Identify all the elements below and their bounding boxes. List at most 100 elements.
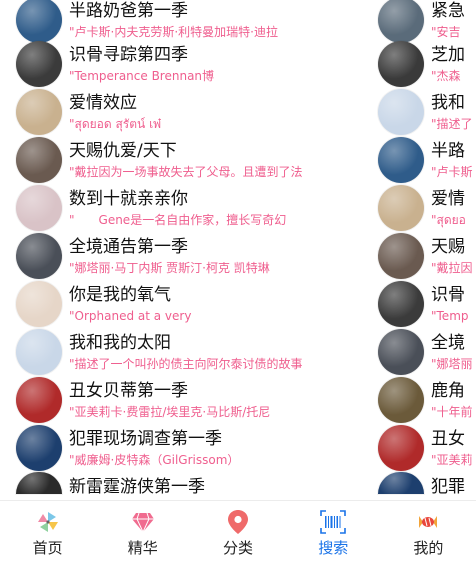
drama-list-item[interactable]: 全境通告第一季 "娜塔丽·马丁内斯 贾斯汀·柯克 凯特琳: [0, 232, 376, 280]
drama-poster-thumbnail: [16, 41, 62, 87]
drama-list-item[interactable]: 丑女 "亚美莉: [376, 424, 476, 472]
drama-cast-description: "娜塔丽·马丁内斯 贾斯汀·柯克 凯特琳: [69, 260, 270, 275]
drama-list-left: 半路奶爸第一季 "卢卡斯·内夫克劳斯·利特曼加瑞特·迪拉识骨寻踪第四季 "Tempe…: [0, 0, 376, 497]
drama-cast-description: "亚美莉卡·费雷拉/埃里克·马比斯/托尼: [69, 404, 271, 419]
tab-home-label: 首页: [32, 539, 63, 557]
drama-title: 犯罪现场调查第一季: [69, 428, 222, 449]
tab-mine[interactable]: 我的: [381, 501, 476, 561]
tab-home[interactable]: 首页: [0, 501, 95, 561]
drama-title: 数到十就亲亲你: [69, 188, 188, 209]
drama-title: 我和我的太阳: [69, 332, 171, 353]
drama-poster-thumbnail: [16, 377, 62, 423]
drama-cast-description: "十年前: [431, 404, 473, 419]
drama-poster-thumbnail: [378, 377, 424, 423]
tab-featured[interactable]: 精华: [95, 501, 190, 561]
drama-title: 全境通告第一季: [69, 236, 188, 257]
drama-cast-description: "Temp: [431, 308, 469, 323]
drama-cast-description: "Orphaned at a very: [69, 308, 192, 323]
drama-cast-description: "威廉姆·皮特森（GilGrissom）: [69, 452, 240, 467]
drama-poster-thumbnail: [378, 41, 424, 87]
drama-poster-thumbnail: [16, 89, 62, 135]
drama-poster-thumbnail: [378, 185, 424, 231]
drama-list-item[interactable]: 天赐 "戴拉因: [376, 232, 476, 280]
drama-title: 天赐仇爱/天下: [69, 140, 177, 161]
drama-list-item[interactable]: 犯罪现场调查第一季 "威廉姆·皮特森（GilGrissom）: [0, 424, 376, 472]
drama-cast-description: "安吉: [431, 24, 461, 39]
drama-poster-thumbnail: [378, 0, 424, 43]
bottom-tab-bar: 首页 精华 分类 搜索 我的: [0, 500, 476, 561]
drama-cast-description: "戴拉因为一场事故失去了父母。且遭到了法: [69, 164, 303, 179]
drama-cast-description: "สุดยอด สุรัตน์ เพ๋: [69, 116, 162, 131]
location-pin-icon: [225, 509, 251, 535]
drama-title: 半路: [431, 140, 465, 161]
drama-title: 识骨: [431, 284, 465, 305]
drama-title: 鹿角: [431, 380, 465, 401]
drama-poster-thumbnail: [16, 329, 62, 375]
drama-cast-description: "亚美莉: [431, 452, 473, 467]
drama-title: 丑女贝蒂第一季: [69, 380, 188, 401]
drama-poster-thumbnail: [378, 329, 424, 375]
tab-search[interactable]: 搜索: [286, 501, 381, 561]
drama-list-item[interactable]: 爱情 "สุดยอ: [376, 184, 476, 232]
drama-cast-description: "卢卡斯·内夫克劳斯·利特曼加瑞特·迪拉: [69, 24, 278, 39]
drama-title: 芝加: [431, 44, 465, 65]
drama-list-item[interactable]: 鹿角 "十年前: [376, 376, 476, 424]
drama-cast-description: " Gene是一名自由作家，擅长写奇幻: [69, 212, 287, 227]
drama-title: 识骨寻踪第四季: [69, 44, 188, 65]
drama-poster-thumbnail: [378, 425, 424, 471]
drama-list-item[interactable]: 半路奶爸第一季 "卢卡斯·内夫克劳斯·利特曼加瑞特·迪拉: [0, 0, 376, 43]
drama-title: 全境: [431, 332, 465, 353]
drama-title: 犯罪: [431, 477, 465, 497]
tab-featured-label: 精华: [127, 539, 158, 557]
barcode-scan-icon: [320, 509, 347, 535]
pinwheel-icon: [35, 509, 61, 535]
drama-list-item[interactable]: 爱情效应 "สุดยอด สุรัตน์ เพ๋: [0, 88, 376, 136]
drama-list-right: 紧急 "安吉 芝加 "杰森我和 "描述了半路 "卢卡斯爱情 "สุดยอ 天赐 "戴拉因识骨 "T…: [376, 0, 476, 497]
drama-list-item[interactable]: 芝加 "杰森: [376, 40, 476, 88]
drama-poster-thumbnail: [16, 185, 62, 231]
drama-list-item[interactable]: 天赐仇爱/天下 "戴拉因为一场事故失去了父母。且遭到了法: [0, 136, 376, 184]
drama-list-item[interactable]: 识骨 "Temp: [376, 280, 476, 328]
drama-title: 丑女: [431, 428, 465, 449]
tab-mine-label: 我的: [413, 539, 444, 557]
drama-cast-description: "戴拉因: [431, 260, 473, 275]
drama-cast-description: "杰森: [431, 68, 461, 83]
drama-title: 新雷霆游侠第一季: [69, 477, 205, 497]
drama-cast-description: "卢卡斯: [431, 164, 473, 179]
drama-title: 爱情效应: [69, 92, 137, 113]
drama-title: 我和: [431, 92, 465, 113]
drama-list-item[interactable]: 紧急 "安吉: [376, 0, 476, 43]
drama-title: 你是我的氧气: [69, 284, 171, 305]
drama-poster-thumbnail: [16, 0, 62, 43]
tab-search-label: 搜索: [318, 539, 349, 557]
tab-category[interactable]: 分类: [190, 501, 285, 561]
drama-list-item[interactable]: 新雷霆游侠第一季: [0, 472, 376, 497]
drama-list-item[interactable]: 你是我的氧气 "Orphaned at a very: [0, 280, 376, 328]
drama-cast-description: "Temperance Brennan博: [69, 68, 215, 83]
drama-poster-thumbnail: [16, 281, 62, 327]
drama-title: 天赐: [431, 236, 465, 257]
drama-list-item[interactable]: 识骨寻踪第四季 "Temperance Brennan博: [0, 40, 376, 88]
candy-icon: [415, 509, 441, 535]
drama-poster-thumbnail: [16, 137, 62, 183]
drama-list-item[interactable]: 丑女贝蒂第一季 "亚美莉卡·费雷拉/埃里克·马比斯/托尼: [0, 376, 376, 424]
drama-poster-thumbnail: [378, 137, 424, 183]
drama-list-item[interactable]: 我和我的太阳 "描述了一个叫孙的债主向阿尔泰讨债的故事: [0, 328, 376, 376]
drama-list-item[interactable]: 数到十就亲亲你 " Gene是一名自由作家，擅长写奇幻: [0, 184, 376, 232]
drama-poster-thumbnail: [16, 425, 62, 471]
drama-poster-thumbnail: [378, 233, 424, 279]
drama-title: 半路奶爸第一季: [69, 0, 188, 21]
drama-cast-description: "สุดยอ: [431, 212, 466, 227]
drama-poster-thumbnail: [16, 233, 62, 279]
drama-list-item[interactable]: 犯罪: [376, 472, 476, 497]
drama-poster-thumbnail: [378, 281, 424, 327]
drama-cast-description: "描述了: [431, 116, 473, 131]
drama-list-item[interactable]: 我和 "描述了: [376, 88, 476, 136]
drama-list-item[interactable]: 全境 "娜塔丽: [376, 328, 476, 376]
drama-title: 爱情: [431, 188, 465, 209]
drama-cast-description: "描述了一个叫孙的债主向阿尔泰讨债的故事: [69, 356, 303, 371]
tab-category-label: 分类: [223, 539, 254, 557]
diamond-icon: [130, 509, 156, 535]
drama-cast-description: "娜塔丽: [431, 356, 473, 371]
drama-list-item[interactable]: 半路 "卢卡斯: [376, 136, 476, 184]
